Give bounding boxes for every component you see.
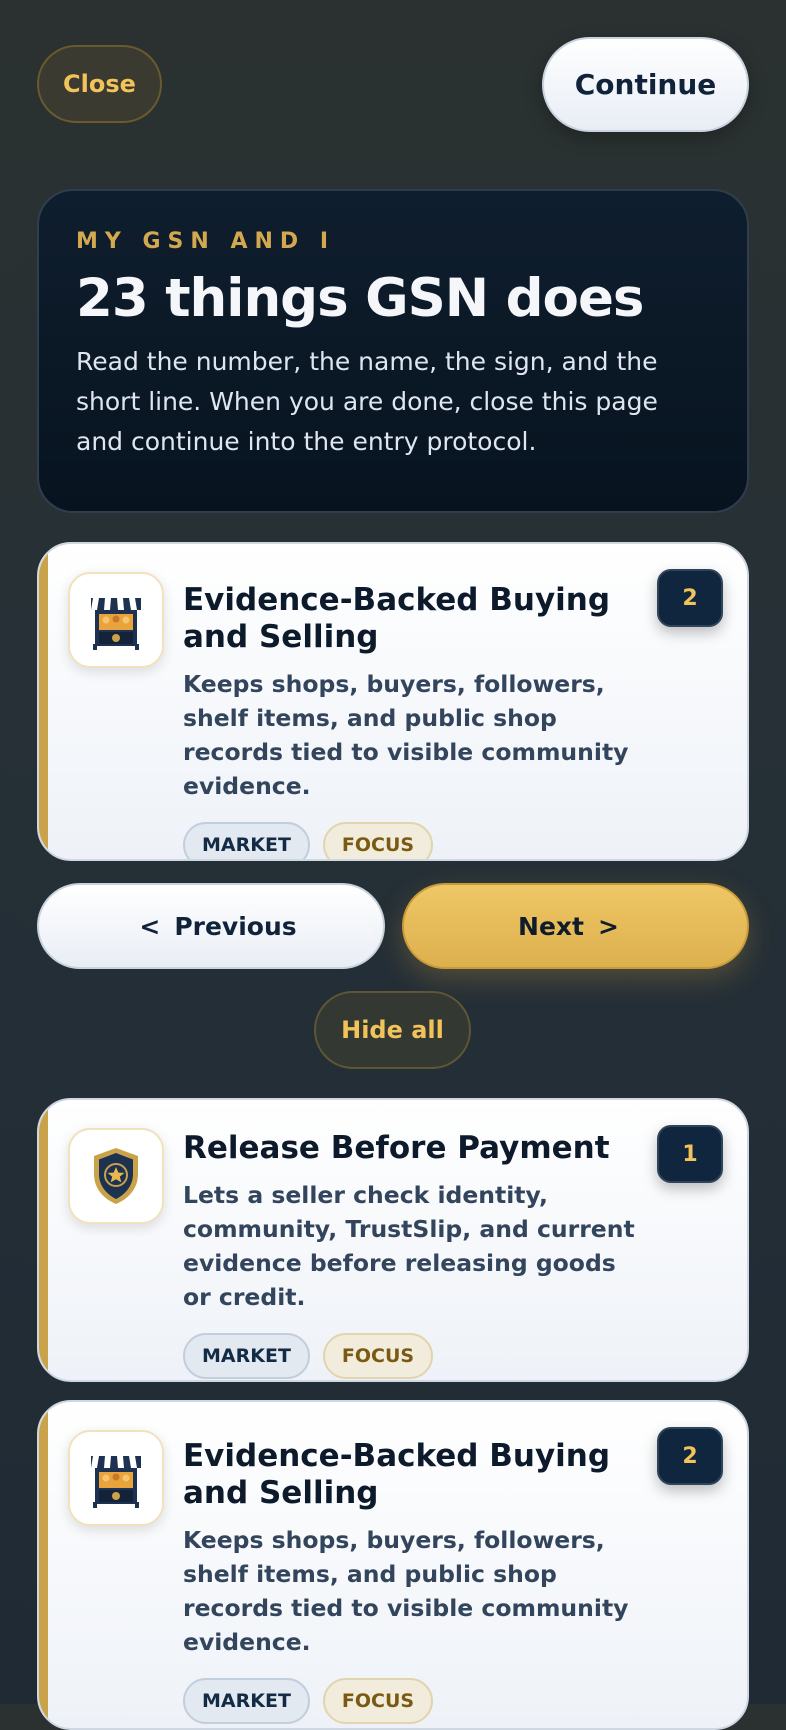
shield-star-icon bbox=[68, 1128, 164, 1224]
eyebrow-label: MY GSN AND I bbox=[76, 229, 336, 254]
item-number-badge: 2 bbox=[657, 1427, 723, 1485]
feature-card-current: 2 Evidence-Backed Buying and Selling Kee… bbox=[37, 542, 749, 861]
card-accent-bar bbox=[39, 544, 48, 859]
chevron-right-icon: > bbox=[598, 911, 619, 941]
intro-text: Read the number, the name, the sign, and… bbox=[76, 347, 658, 456]
tag-market: MARKET bbox=[183, 822, 310, 859]
tag-market: MARKET bbox=[183, 1678, 310, 1724]
item-number-badge: 1 bbox=[657, 1125, 723, 1183]
card-description: Keeps shops, buyers, followers, shelf it… bbox=[183, 670, 629, 800]
previous-label: Previous bbox=[174, 911, 297, 941]
market-stall-icon bbox=[68, 1430, 164, 1526]
card-accent-bar bbox=[39, 1100, 48, 1380]
card-title: Release Before Payment bbox=[183, 1130, 610, 1166]
market-stall-icon bbox=[68, 572, 164, 668]
previous-button[interactable]: < Previous bbox=[37, 883, 385, 969]
tag-focus: FOCUS bbox=[322, 1678, 434, 1724]
card-description: Keeps shops, buyers, followers, shelf it… bbox=[183, 1526, 629, 1656]
chevron-left-icon: < bbox=[139, 911, 161, 941]
top-bar: Close Continue bbox=[0, 0, 786, 150]
feature-card: 1 Release Before Payment Lets a seller c… bbox=[37, 1098, 749, 1382]
next-label: Next bbox=[518, 911, 584, 941]
continue-button[interactable]: Continue bbox=[542, 37, 749, 132]
hide-all-button[interactable]: Hide all bbox=[314, 991, 471, 1069]
card-title: Evidence-Backed Buying and Selling bbox=[183, 582, 611, 655]
tag-market: MARKET bbox=[183, 1333, 310, 1379]
card-description: Lets a seller check identity, community,… bbox=[183, 1181, 635, 1311]
tag-focus: FOCUS bbox=[322, 822, 434, 859]
tag-focus: FOCUS bbox=[322, 1333, 434, 1379]
card-title: Evidence-Backed Buying and Selling bbox=[183, 1438, 611, 1511]
feature-card: 2 Evidence-Backed Buying and Selling Kee… bbox=[37, 1400, 749, 1730]
close-button[interactable]: Close bbox=[37, 45, 162, 123]
intro-panel: MY GSN AND I 23 things GSN does Read the… bbox=[37, 189, 749, 513]
page-title: 23 things GSN does bbox=[76, 268, 644, 329]
card-accent-bar bbox=[39, 1402, 48, 1728]
item-number-badge: 2 bbox=[657, 569, 723, 627]
next-button[interactable]: Next > bbox=[402, 883, 749, 969]
